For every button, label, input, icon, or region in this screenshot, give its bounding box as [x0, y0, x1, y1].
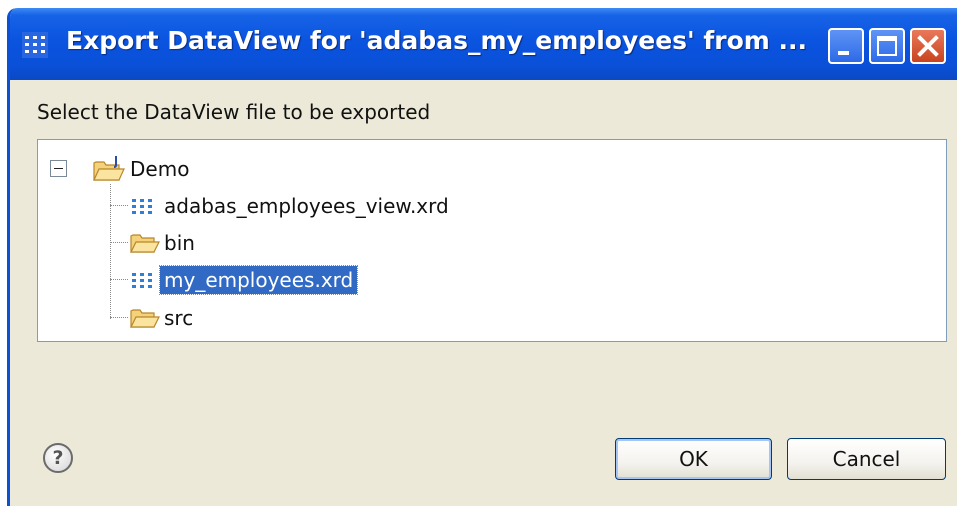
maximize-button[interactable]: [869, 28, 905, 64]
collapse-toggle[interactable]: [50, 160, 67, 177]
prompt-label: Select the DataView file to be exported: [37, 100, 431, 124]
dataview-file-icon: [132, 273, 152, 288]
folder-icon: [130, 309, 160, 328]
help-icon: ?: [52, 447, 64, 469]
tree-connector: [110, 279, 128, 280]
title-bar[interactable]: Export DataView for 'adabas_my_employees…: [10, 8, 957, 80]
tree-item-label: adabas_employees_view.xrd: [164, 194, 449, 218]
close-icon: [917, 35, 939, 57]
tree-node-demo[interactable]: Demo: [92, 152, 193, 186]
dataview-file-icon: [132, 199, 152, 214]
tree-item-label: bin: [164, 231, 195, 255]
window-title: Export DataView for 'adabas_my_employees…: [66, 26, 808, 55]
minimize-button[interactable]: [828, 28, 864, 64]
tree-item-label: my_employees.xrd: [158, 265, 359, 295]
maximize-icon: [877, 36, 897, 56]
tree-item[interactable]: adabas_employees_view.xrd: [130, 189, 453, 223]
help-button[interactable]: ?: [43, 443, 73, 473]
dataview-grid-icon: [22, 32, 48, 58]
export-dataview-dialog: Export DataView for 'adabas_my_employees…: [7, 8, 957, 506]
cancel-button[interactable]: Cancel: [787, 438, 946, 480]
tree-item-label: src: [164, 306, 194, 330]
tree-item[interactable]: src: [130, 301, 197, 335]
close-button[interactable]: [910, 28, 946, 64]
ok-button[interactable]: OK: [615, 438, 772, 480]
file-tree[interactable]: Demo adabas_employees_view.xrd bin my_em…: [37, 139, 947, 342]
tree-connector: [110, 205, 128, 206]
tree-item[interactable]: bin: [130, 226, 199, 260]
folder-icon: [130, 234, 160, 253]
tree-node-label: Demo: [130, 157, 190, 181]
tree-item[interactable]: my_employees.xrd: [130, 263, 359, 297]
minimize-icon: [838, 51, 849, 55]
tree-connector: [110, 317, 128, 318]
project-folder-icon: [93, 156, 125, 181]
tree-connector: [110, 242, 128, 243]
